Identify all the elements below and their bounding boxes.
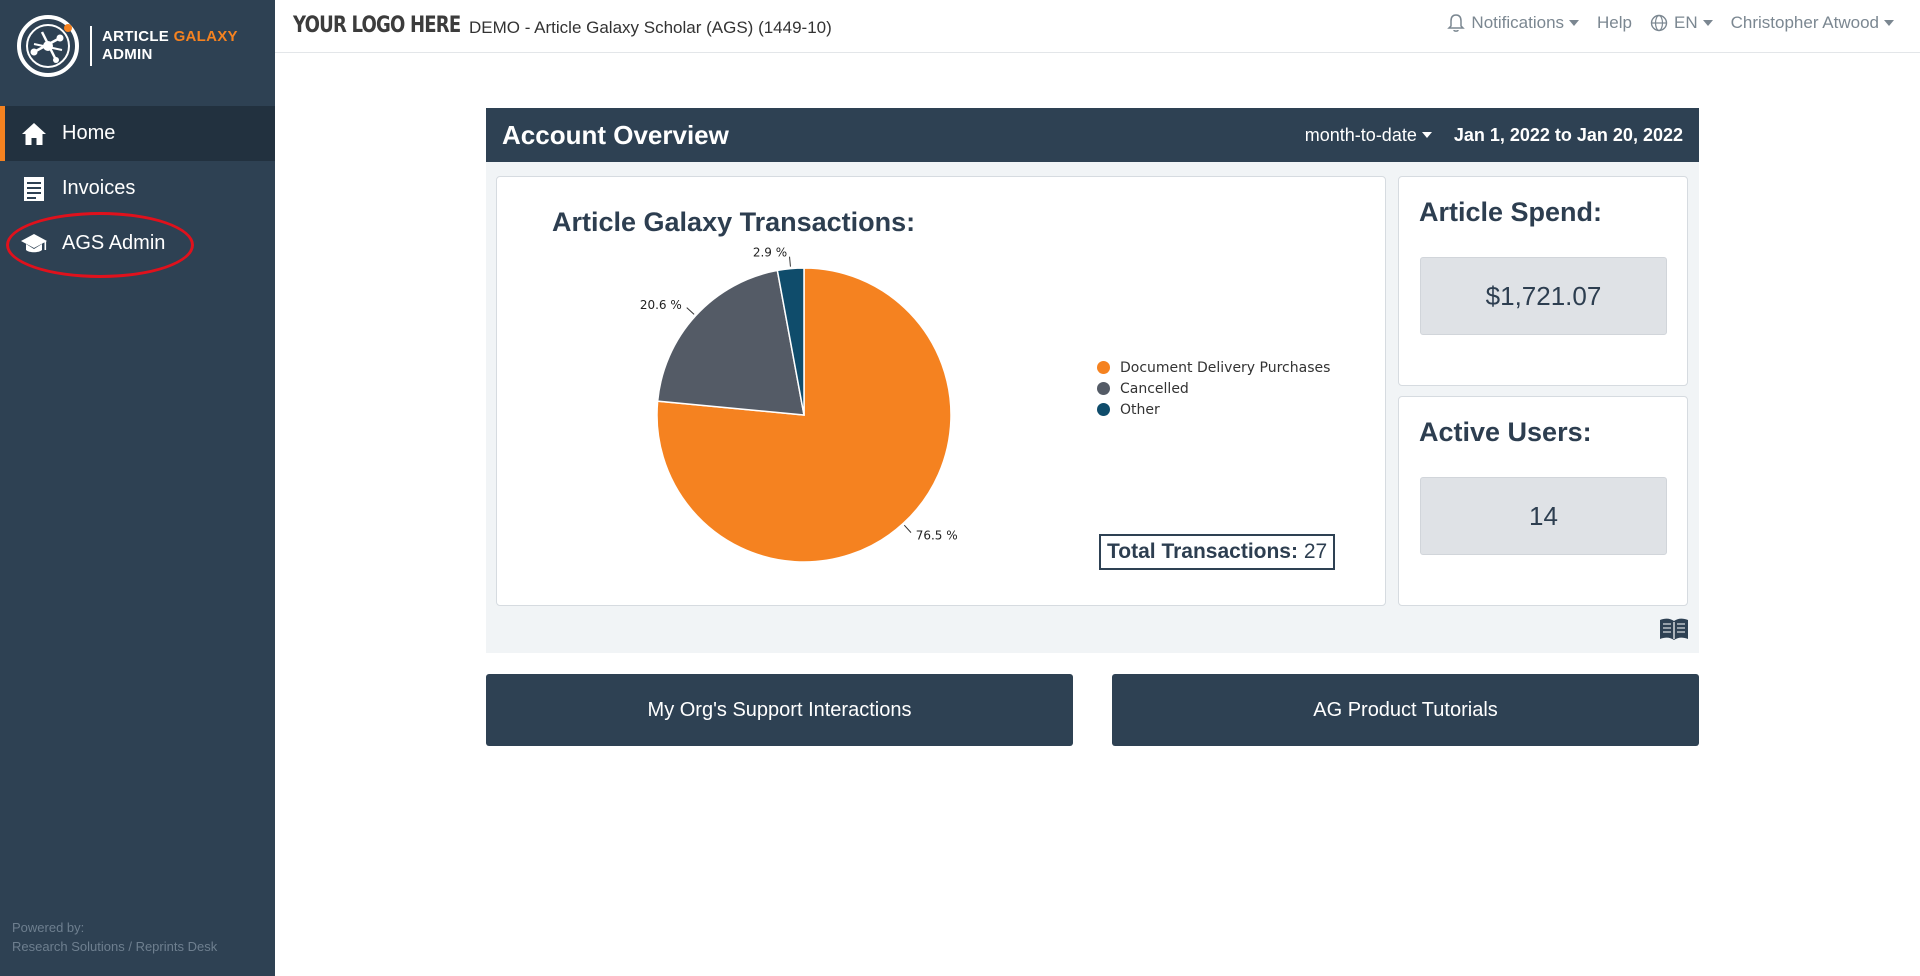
- total-transactions-label: Total Transactions:: [1107, 540, 1298, 563]
- notifications-label: Notifications: [1471, 13, 1565, 32]
- pie-data-label-0: 76.5 %: [916, 529, 958, 543]
- transactions-pie-chart: 76.5 % 20.6 % 2.9 %: [640, 247, 958, 563]
- transactions-chart-card: Article Galaxy Transactions: 76.5 % 20.6 …: [496, 176, 1386, 606]
- account-overview-panel: Account Overview month-to-date Jan 1, 20…: [486, 108, 1699, 653]
- chevron-down-icon: [1702, 20, 1713, 26]
- graduation-cap-icon: [20, 230, 48, 258]
- user-menu-dropdown[interactable]: Christopher Atwood: [1731, 13, 1894, 33]
- article-spend-card: Article Spend: $1,721.07: [1398, 176, 1688, 386]
- topbar-actions: Notifications Help EN Christopher Atwood: [1429, 13, 1894, 33]
- date-range-dropdown[interactable]: month-to-date: [1305, 125, 1432, 146]
- bell-icon: [1447, 13, 1466, 33]
- org-name: DEMO - Article Galaxy Scholar (AGS) (144…: [469, 18, 832, 37]
- help-link[interactable]: Help: [1597, 13, 1632, 33]
- legend-swatch: [1097, 382, 1110, 395]
- date-range-label: month-to-date: [1304, 124, 1417, 145]
- active-users-value: 14: [1420, 477, 1667, 555]
- chart-title: Article Galaxy Transactions:: [552, 207, 916, 237]
- pie-data-label-2: 2.9 %: [753, 247, 787, 260]
- active-users-title: Active Users:: [1419, 417, 1592, 447]
- chevron-down-icon: [1421, 132, 1432, 138]
- legend-item-1[interactable]: Cancelled: [1097, 378, 1330, 399]
- support-interactions-button[interactable]: My Org's Support Interactions: [486, 674, 1073, 746]
- legend-item-0[interactable]: Document Delivery Purchases: [1097, 357, 1330, 378]
- sidebar-item-label: AGS Admin: [62, 232, 166, 254]
- powered-by-label: Powered by:: [12, 920, 85, 935]
- pie-data-label-1: 20.6 %: [640, 298, 682, 312]
- product-tutorials-button[interactable]: AG Product Tutorials: [1112, 674, 1699, 746]
- chevron-down-icon: [1569, 20, 1580, 26]
- chevron-down-icon: [1884, 20, 1894, 26]
- brand-divider: [90, 26, 92, 66]
- article-spend-title: Article Spend:: [1419, 197, 1603, 227]
- invoice-icon: [20, 175, 48, 203]
- total-transactions-value: 27: [1303, 540, 1328, 563]
- sidebar-item-ags-admin[interactable]: AGS Admin: [0, 216, 275, 271]
- sidebar: ARTICLE GALAXY ADMIN Home Invoices AGS A…: [0, 0, 275, 976]
- powered-by: Powered by: Research Solutions / Reprint…: [12, 918, 217, 956]
- sidebar-nav: Home Invoices AGS Admin: [0, 106, 275, 271]
- help-label: Help: [1597, 13, 1632, 32]
- book-icon[interactable]: [1659, 617, 1689, 641]
- sidebar-item-invoices[interactable]: Invoices: [0, 161, 275, 216]
- legend-label: Cancelled: [1120, 380, 1189, 397]
- pie-label-leader-1: [686, 307, 695, 315]
- sidebar-item-label: Invoices: [62, 177, 136, 199]
- date-range-text: Jan 1, 2022 to Jan 20, 2022: [1453, 124, 1683, 145]
- brand-text: ARTICLE GALAXY ADMIN: [102, 28, 238, 64]
- pie-label-leader-0: [903, 524, 912, 533]
- pie-label-leader-2: [789, 256, 791, 267]
- brand[interactable]: ARTICLE GALAXY ADMIN: [16, 14, 266, 78]
- powered-by-company[interactable]: Research Solutions / Reprints Desk: [12, 937, 217, 956]
- globe-icon: [1650, 14, 1668, 32]
- legend-swatch: [1097, 361, 1110, 374]
- legend-item-2[interactable]: Other: [1097, 399, 1330, 420]
- sidebar-item-home[interactable]: Home: [0, 106, 275, 161]
- home-icon: [20, 120, 48, 148]
- language-dropdown[interactable]: EN: [1650, 13, 1713, 33]
- user-name: Christopher Atwood: [1730, 13, 1879, 32]
- topbar: YOUR LOGO HERE DEMO - Article Galaxy Sch…: [275, 0, 1920, 53]
- legend-label: Other: [1120, 401, 1160, 418]
- chart-legend: Document Delivery Purchases Cancelled Othe…: [1097, 357, 1330, 420]
- language-label: EN: [1674, 13, 1698, 32]
- brand-line1: ARTICLE: [102, 28, 174, 45]
- customer-logo: YOUR LOGO HERE: [293, 13, 461, 38]
- active-users-card: Active Users: 14: [1398, 396, 1688, 606]
- legend-label: Document Delivery Purchases: [1120, 359, 1331, 376]
- total-transactions: Total Transactions: 27: [1099, 534, 1336, 570]
- galaxy-logo-icon: [17, 15, 79, 77]
- brand-line2: ADMIN: [102, 46, 153, 63]
- legend-swatch: [1097, 403, 1110, 416]
- notifications-dropdown[interactable]: Notifications: [1447, 13, 1580, 33]
- sidebar-item-label: Home: [62, 122, 116, 144]
- brand-accent: GALAXY: [173, 28, 238, 45]
- article-spend-value: $1,721.07: [1420, 257, 1667, 335]
- account-overview-title: Account Overview: [502, 119, 729, 150]
- account-overview-header: Account Overview month-to-date Jan 1, 20…: [486, 108, 1699, 162]
